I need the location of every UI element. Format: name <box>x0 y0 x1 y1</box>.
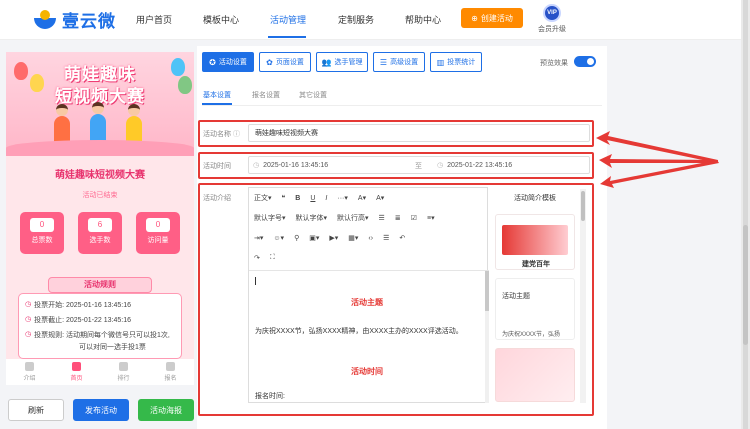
phone-tab-ranking[interactable]: 排行 <box>117 362 130 385</box>
stat-value: 0 <box>146 218 170 232</box>
subtab-signup[interactable]: 报名设置 <box>252 90 280 100</box>
subtab-basic[interactable]: 基本设置 <box>203 90 231 100</box>
users-icon: 👥 <box>321 57 332 67</box>
intro-icon <box>24 362 34 371</box>
tab-activity-settings[interactable]: ✪ 活动设置 <box>202 52 254 72</box>
stat-total-votes: 0 总票数 <box>20 212 64 254</box>
settings-icon: ✿ <box>266 57 273 67</box>
subtab-active-indicator <box>202 103 232 105</box>
create-activity-button[interactable]: ⊕ 创建活动 <box>461 8 523 28</box>
phone-tab-intro[interactable]: 介绍 <box>23 362 36 385</box>
rules-title: 活动规则 <box>48 277 152 293</box>
rule-line: ◷ 投票截止: 2025-01-22 13:45:16 <box>25 316 131 324</box>
brand-name: 壹云微 <box>62 12 116 31</box>
phone-preview: 萌娃趣味 短视频大赛 萌娃趣味短视频大赛 活动已结束 0 总票数 6 选手数 0… <box>6 52 194 385</box>
nav-active-indicator <box>268 36 306 38</box>
tab-contestant-management[interactable]: 👥 选手管理 <box>316 52 368 72</box>
publish-button[interactable]: 发布活动 <box>73 399 129 421</box>
refresh-button[interactable]: 刷新 <box>8 399 64 421</box>
vip-icon: VIP <box>543 4 561 22</box>
settings-panel: ✪ 活动设置 ✿ 页面设置 👥 选手管理 ☰ 高级设置 ▥ 投票统计 预览效果 基本设置 … <box>197 46 607 429</box>
nav-item-templates[interactable]: 模板中心 <box>203 13 239 26</box>
activity-name: 萌娃趣味短视频大赛 <box>55 170 145 181</box>
signup-icon <box>165 362 175 371</box>
highlight-name-frame <box>198 120 594 147</box>
preview-effect-label: 预览效果 <box>540 60 568 67</box>
top-nav: 壹云微 用户首页 模板中心 活动管理 定制服务 帮助中心 ⊕ 创建活动 VIP … <box>0 0 741 40</box>
tab-page-settings[interactable]: ✿ 页面设置 <box>259 52 311 72</box>
nav-item-help[interactable]: 帮助中心 <box>405 13 441 26</box>
rule-line: ◷ 投票开始: 2025-01-16 13:45:16 <box>25 301 131 309</box>
highlight-time-frame <box>198 152 594 179</box>
tab-advanced-settings[interactable]: ☰ 高级设置 <box>373 52 425 72</box>
activity-banner: 萌娃趣味 短视频大赛 <box>6 52 194 156</box>
stat-value: 0 <box>30 218 54 232</box>
stat-visits: 0 访问量 <box>136 212 180 254</box>
home-icon <box>71 362 81 371</box>
tab-vote-statistics[interactable]: ▥ 投票统计 <box>430 52 482 72</box>
stat-label: 选手数 <box>89 237 111 244</box>
clock-icon: ◷ <box>25 316 32 323</box>
page-scrollbar[interactable] <box>741 0 750 429</box>
plus-icon: ⊕ <box>471 13 478 23</box>
preview-effect-toggle[interactable] <box>574 56 596 67</box>
clock-icon: ◷ <box>25 301 32 308</box>
rules-box: ◷ 投票开始: 2025-01-16 13:45:16 ◷ 投票截止: 2025-0… <box>18 293 182 359</box>
poster-button[interactable]: 活动海报 <box>138 399 194 421</box>
bar-chart-icon: ▥ <box>436 57 445 67</box>
nav-item-activities[interactable]: 活动管理 <box>270 13 306 26</box>
vip-upgrade[interactable]: VIP 会员升级 <box>534 4 570 34</box>
arrow-to-intro <box>600 160 719 188</box>
sliders-icon: ☰ <box>379 57 388 67</box>
annotation-arrows <box>596 131 719 188</box>
stat-contestants: 6 选手数 <box>78 212 122 254</box>
subtab-other[interactable]: 其它设置 <box>299 90 327 100</box>
highlight-intro-frame <box>198 183 594 416</box>
nav-item-custom[interactable]: 定制服务 <box>338 13 374 26</box>
ranking-icon <box>118 362 128 371</box>
stat-label: 总票数 <box>31 237 53 244</box>
phone-tab-signup[interactable]: 报名 <box>164 362 177 385</box>
phone-tabbar: 介绍 首页 排行 报名 <box>6 359 194 385</box>
stat-value: 6 <box>88 218 112 232</box>
brand-logo[interactable]: 壹云微 <box>32 7 116 32</box>
info-icon: ◷ <box>25 331 32 338</box>
gear-icon: ✪ <box>209 57 216 67</box>
logo-icon <box>32 9 58 31</box>
arrow-to-name <box>596 131 718 163</box>
rule-line: ◷ 投票规则: 活动期间每个微信号只可以投1次, <box>25 331 170 339</box>
stat-label: 访问量 <box>147 237 169 244</box>
activity-status: 活动已结束 <box>82 192 118 199</box>
rule-line: 可以对同一选手投1票 <box>79 344 146 351</box>
create-activity-label: 创建活动 <box>480 13 513 23</box>
vip-label: 会员升级 <box>538 26 566 33</box>
phone-tab-home[interactable]: 首页 <box>70 362 83 385</box>
nav-item-home[interactable]: 用户首页 <box>136 13 172 26</box>
